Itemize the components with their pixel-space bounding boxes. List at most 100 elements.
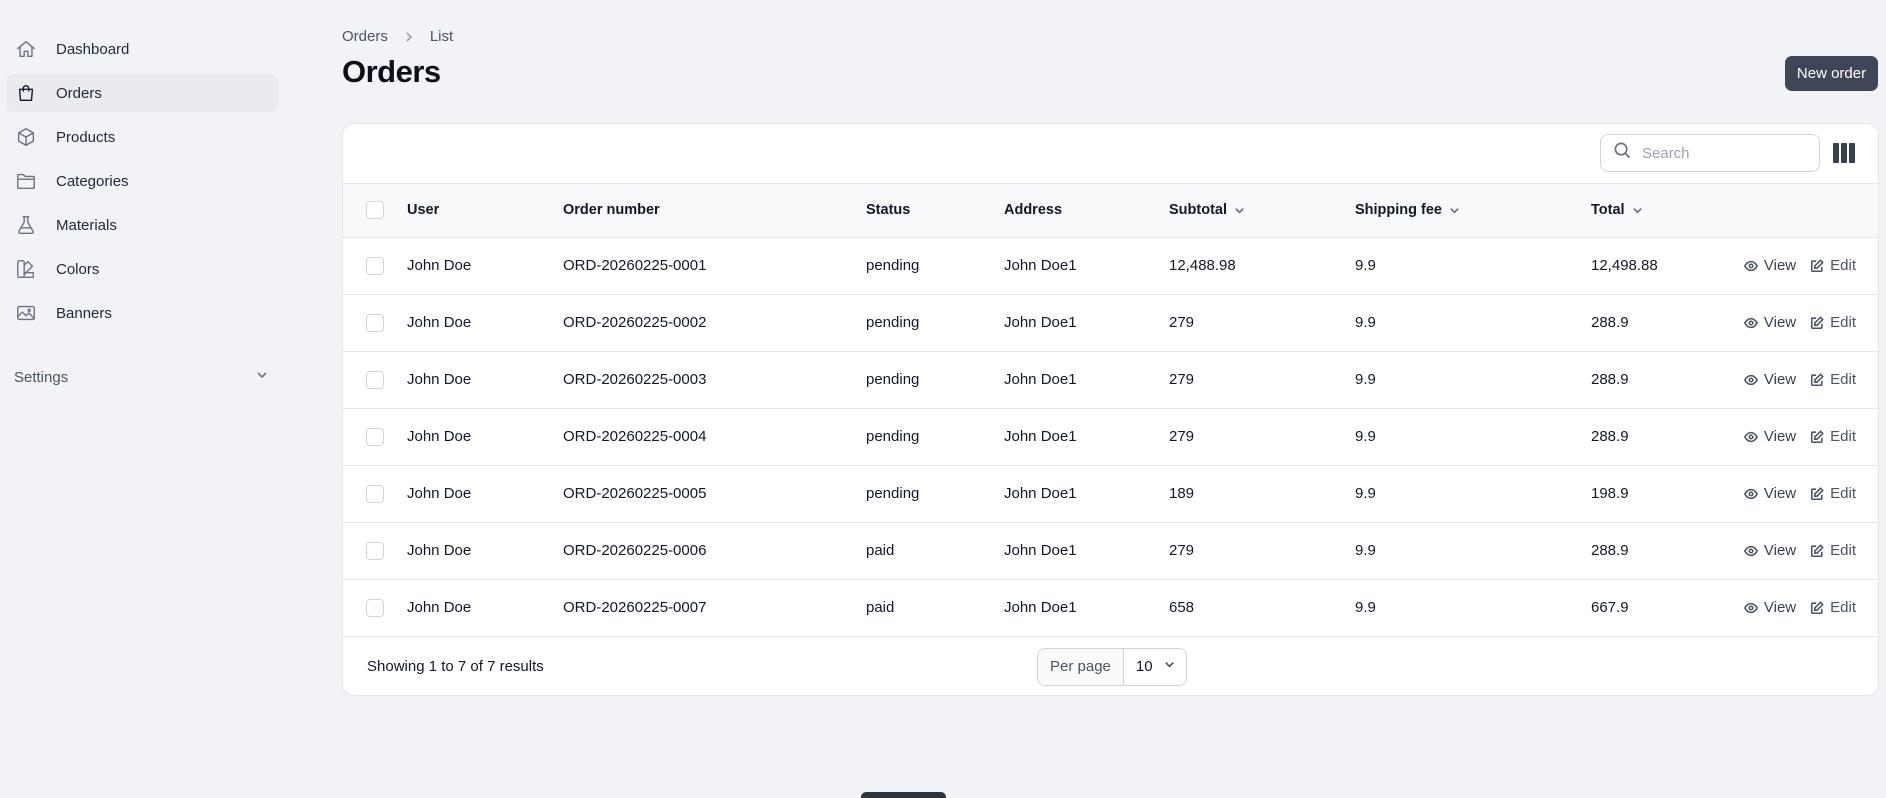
breadcrumb-current: List — [429, 28, 454, 45]
column-header-user: User — [407, 202, 440, 219]
folder-icon — [14, 169, 38, 193]
table-body: John Doe ORD-20260225-0001 pending John Doe… — [343, 237, 1878, 636]
view-action[interactable]: View — [1743, 257, 1797, 274]
view-action-label: View — [1763, 257, 1797, 274]
view-action[interactable]: View — [1743, 599, 1797, 616]
edit-icon — [1810, 258, 1830, 273]
column-header-address: Address — [1004, 202, 1063, 219]
edit-action[interactable]: Edit — [1810, 485, 1856, 502]
cube-icon — [14, 125, 38, 149]
sidebar-item-orders[interactable]: Orders — [6, 74, 278, 112]
column-header-total[interactable]: Total — [1591, 184, 1740, 237]
new-order-button[interactable]: New order — [1785, 56, 1878, 91]
view-action-label: View — [1763, 371, 1797, 388]
view-action[interactable]: View — [1743, 485, 1796, 502]
view-action[interactable]: View — [1743, 428, 1797, 445]
sidebar-item-dashboard[interactable]: Dashboard — [6, 30, 278, 68]
cell-shipping-fee: 9.9 — [1355, 599, 1376, 616]
column-header-status: Status — [866, 202, 911, 219]
bottom-toolbar-handle[interactable] — [861, 792, 946, 798]
swatch-icon — [14, 257, 38, 281]
row-checkbox[interactable] — [366, 484, 384, 503]
edit-action[interactable]: Edit — [1810, 428, 1856, 445]
view-action[interactable]: View — [1743, 542, 1797, 559]
row-checkbox[interactable] — [366, 370, 384, 389]
orders-table-card: User Order number Status Address Subtota… — [342, 123, 1879, 696]
cell-subtotal: 279 — [1169, 371, 1195, 388]
edit-action[interactable]: Edit — [1810, 542, 1856, 559]
beaker-icon — [14, 213, 38, 237]
cell-status: pending — [866, 428, 920, 445]
row-actions: View Edit — [1740, 257, 1878, 274]
view-action-label: View — [1763, 599, 1797, 616]
cell-total: 288.9 — [1591, 428, 1629, 445]
per-page-select[interactable]: 10 — [1124, 649, 1186, 685]
row-checkbox[interactable] — [366, 598, 384, 617]
table-row[interactable]: John Doe ORD-20260225-0007 paid John Doe1 65… — [343, 579, 1878, 636]
cell-subtotal: 658 — [1169, 599, 1195, 616]
edit-icon — [1810, 543, 1830, 558]
search-box[interactable] — [1600, 134, 1820, 172]
table-row[interactable]: John Doe ORD-20260225-0003 pending John Doe… — [343, 351, 1878, 408]
view-action-label: View — [1763, 542, 1797, 559]
per-page-value: 10 — [1135, 658, 1153, 675]
edit-icon — [1810, 372, 1830, 387]
view-action[interactable]: View — [1743, 314, 1797, 331]
sidebar-item-banners[interactable]: Banners — [6, 294, 278, 332]
cell-total: 288.9 — [1591, 371, 1629, 388]
per-page-label: Per page — [1038, 648, 1124, 685]
row-actions: View Edit — [1740, 428, 1878, 445]
sidebar-group-settings[interactable]: Settings — [14, 362, 270, 392]
edit-action-label: Edit — [1830, 428, 1856, 445]
cell-address: John Doe1 — [1004, 485, 1077, 502]
chevron-down-icon — [1233, 204, 1246, 217]
cell-order-number: ORD-20260225-0003 — [563, 371, 707, 388]
page-title: Orders — [342, 54, 441, 89]
edit-action[interactable]: Edit — [1810, 599, 1856, 616]
cell-address: John Doe1 — [1004, 542, 1077, 559]
column-header-label: Total — [1591, 202, 1625, 219]
row-checkbox[interactable] — [366, 256, 384, 275]
edit-action[interactable]: Edit — [1810, 371, 1856, 388]
search-input[interactable] — [1642, 144, 1802, 162]
sidebar-item-materials[interactable]: Materials — [6, 206, 278, 244]
column-header-subtotal[interactable]: Subtotal — [1169, 184, 1355, 237]
edit-action[interactable]: Edit — [1810, 314, 1856, 331]
sidebar: Dashboard Orders Products Categories Mat… — [0, 0, 282, 798]
column-header-shipping-fee[interactable]: Shipping fee — [1355, 184, 1591, 237]
view-action[interactable]: View — [1743, 371, 1797, 388]
table-row[interactable]: John Doe ORD-20260225-0004 pending John Doe… — [343, 408, 1878, 465]
cell-subtotal: 279 — [1169, 314, 1195, 331]
edit-action-label: Edit — [1830, 485, 1856, 502]
column-toggle-icon[interactable] — [1833, 143, 1855, 163]
cell-address: John Doe1 — [1004, 371, 1077, 388]
sidebar-item-products[interactable]: Products — [6, 118, 278, 156]
cell-status: pending — [866, 371, 920, 388]
view-action-label: View — [1763, 314, 1797, 331]
column-header-label: Shipping fee — [1355, 202, 1442, 219]
view-action-label: View — [1763, 428, 1797, 445]
row-checkbox[interactable] — [366, 313, 384, 332]
sidebar-item-label: Dashboard — [56, 40, 130, 58]
cell-total: 198.9 — [1591, 485, 1629, 502]
eye-icon — [1743, 487, 1764, 501]
eye-icon — [1743, 373, 1764, 387]
cell-subtotal: 279 — [1169, 428, 1195, 445]
table-row[interactable]: John Doe ORD-20260225-0006 paid John Doe1 27… — [343, 522, 1878, 579]
select-all-checkbox[interactable] — [366, 201, 384, 220]
cell-order-number: ORD-20260225-0005 — [563, 485, 707, 502]
sidebar-item-categories[interactable]: Categories — [6, 162, 278, 200]
breadcrumb-orders-link[interactable]: Orders — [342, 28, 388, 45]
sidebar-item-colors[interactable]: Colors — [6, 250, 278, 288]
edit-action[interactable]: Edit — [1810, 257, 1856, 274]
row-checkbox[interactable] — [366, 541, 384, 560]
table-row[interactable]: John Doe ORD-20260225-0005 pending John Doe… — [343, 465, 1878, 522]
row-actions: View Edit — [1740, 542, 1878, 559]
cell-status: pending — [866, 314, 920, 331]
cell-user: John Doe — [407, 542, 472, 559]
table-footer: Showing 1 to 7 of 7 results Per page 10 — [343, 637, 1878, 696]
table-row[interactable]: John Doe ORD-20260225-0001 pending John Doe… — [343, 237, 1878, 294]
row-checkbox[interactable] — [366, 427, 384, 446]
table-row[interactable]: John Doe ORD-20260225-0002 pending John Doe… — [343, 294, 1878, 351]
row-actions: View Edit — [1740, 485, 1878, 502]
